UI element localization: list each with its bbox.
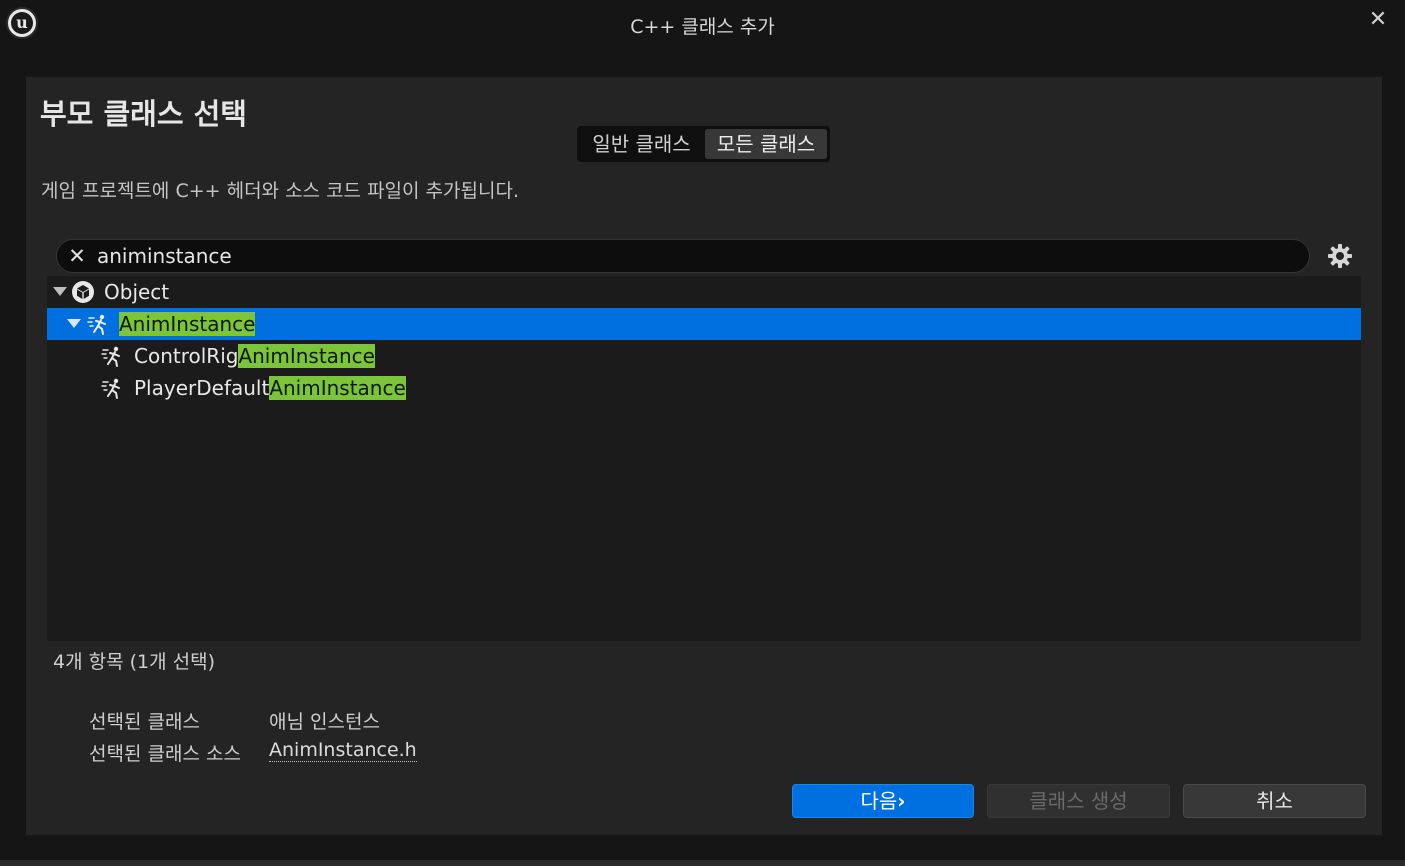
tree-row-label: AnimInstance [119, 312, 256, 336]
tree-row-label: Object [104, 280, 170, 304]
chevron-right-icon: › [897, 789, 906, 813]
tab-all-classes[interactable]: 모든 클래스 [705, 129, 827, 159]
anim-instance-icon [101, 378, 120, 399]
class-filter-toggle: 일반 클래스 모든 클래스 [577, 126, 830, 162]
selected-class-label: 선택된 클래스 [89, 711, 200, 733]
selected-source-link[interactable]: AnimInstance.h [269, 739, 417, 762]
description-text: 게임 프로젝트에 C++ 헤더와 소스 코드 파일이 추가됩니다. [41, 180, 519, 202]
class-tree: Object AnimInstance ControlRigAnimInstan… [47, 276, 1361, 641]
page-title: 부모 클래스 선택 [40, 97, 247, 131]
search-box[interactable]: ✕ animinstance [56, 239, 1310, 273]
tree-row-playerdefault-animinstance[interactable]: PlayerDefaultAnimInstance [47, 372, 1361, 404]
expand-arrow-icon[interactable] [53, 287, 67, 296]
close-icon[interactable]: ✕ [1364, 6, 1392, 34]
tree-row-object[interactable]: Object [47, 276, 1361, 308]
cancel-button[interactable]: 취소 [1183, 784, 1366, 818]
settings-gear-icon[interactable] [1325, 241, 1355, 271]
dialog-panel: 부모 클래스 선택 일반 클래스 모든 클래스 게임 프로젝트에 C++ 헤더와… [26, 77, 1382, 835]
create-class-button[interactable]: 클래스 생성 [987, 784, 1170, 818]
selected-source-link-wrap: AnimInstance.h [269, 739, 417, 762]
tree-row-controlrig-animinstance[interactable]: ControlRigAnimInstance [47, 340, 1361, 372]
next-button[interactable]: 다음› [792, 784, 974, 818]
tree-row-animinstance[interactable]: AnimInstance [47, 308, 1361, 340]
clear-search-icon[interactable]: ✕ [65, 242, 89, 270]
tab-basic-classes[interactable]: 일반 클래스 [580, 129, 703, 159]
title-bar: u C++ 클래스 추가 ✕ [0, 0, 1405, 48]
search-input[interactable]: animinstance [97, 242, 232, 270]
window-title: C++ 클래스 추가 [630, 16, 775, 38]
anim-instance-icon [101, 346, 120, 367]
object-icon [72, 281, 94, 303]
window-bottom-border [0, 860, 1405, 866]
tree-row-label: ControlRigAnimInstance [134, 344, 375, 368]
next-button-label: 다음 [860, 789, 898, 813]
anim-instance-icon [87, 314, 106, 335]
expand-arrow-icon[interactable] [67, 319, 81, 328]
selected-class-value: 애님 인스턴스 [269, 711, 380, 733]
tree-row-label: PlayerDefaultAnimInstance [134, 376, 406, 400]
item-count: 4개 항목 (1개 선택) [53, 651, 216, 673]
selected-source-label: 선택된 클래스 소스 [89, 743, 241, 765]
